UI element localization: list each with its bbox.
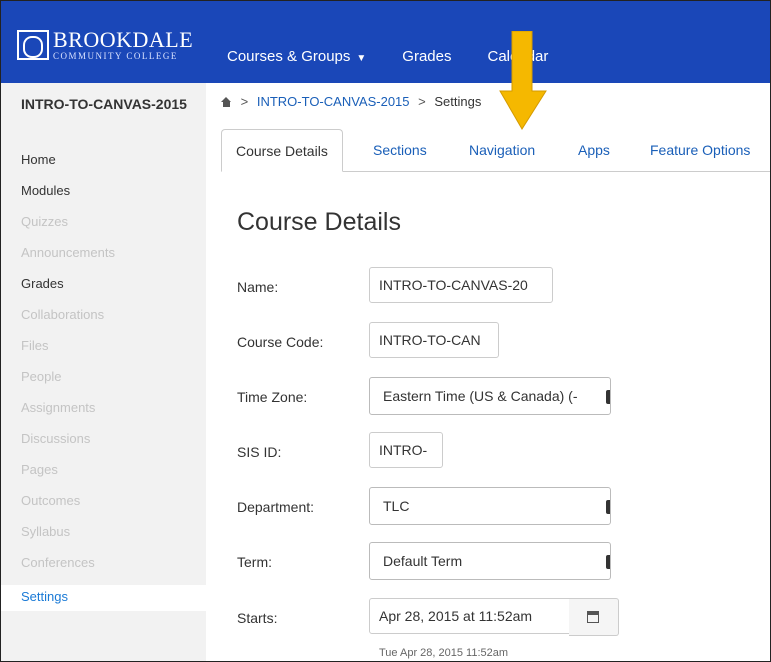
sidebar-item-outcomes[interactable]: Outcomes (1, 492, 206, 523)
course-sidebar: INTRO-TO-CANVAS-2015 Home Modules Quizzes A… (1, 83, 206, 661)
sidebar-item-grades[interactable]: Grades (1, 275, 206, 306)
college-logo[interactable]: BROOKDALE COMMUNITY COLLEGE (17, 27, 193, 63)
tab-course-details[interactable]: Course Details (221, 129, 343, 172)
breadcrumb-separator: > (240, 94, 249, 109)
breadcrumb-course-link[interactable]: INTRO-TO-CANVAS-2015 (257, 94, 410, 109)
sidebar-item-conferences[interactable]: Conferences (1, 554, 206, 585)
sidebar-item-assignments[interactable]: Assignments (1, 399, 206, 430)
tab-feature-options[interactable]: Feature Options (650, 129, 750, 171)
name-label: Name: (237, 279, 279, 295)
sidebar-item-collaborations[interactable]: Collaborations (1, 306, 206, 337)
tab-sections[interactable]: Sections (373, 129, 427, 171)
logo-subtitle: COMMUNITY COLLEGE (53, 51, 178, 61)
nav-courses-groups[interactable]: Courses & Groups ▼ (227, 48, 366, 65)
settings-tabs: Course Details Sections Navigation Apps … (221, 129, 770, 172)
starts-date-field[interactable]: Apr 28, 2015 at 11:52am (369, 598, 570, 634)
sidebar-item-quizzes[interactable]: Quizzes (1, 213, 206, 244)
sidebar-item-syllabus[interactable]: Syllabus (1, 523, 206, 554)
time-zone-label: Time Zone: (237, 389, 308, 405)
callout-arrow (499, 31, 547, 130)
sidebar-item-people[interactable]: People (1, 368, 206, 399)
course-title: INTRO-TO-CANVAS-2015 (21, 96, 187, 112)
section-title: Course Details (237, 208, 401, 236)
time-zone-select[interactable]: Eastern Time (US & Canada) (- (369, 377, 611, 415)
course-nav-list: Home Modules Quizzes Announcements Grades Col… (1, 151, 206, 611)
sis-id-field[interactable]: INTRO- (369, 432, 443, 468)
chevron-down-icon: ▼ (356, 53, 367, 64)
home-icon[interactable] (221, 97, 232, 107)
logo-mark-icon (17, 30, 49, 60)
starts-date-hint: Tue Apr 28, 2015 11:52am (379, 647, 509, 659)
sidebar-item-home[interactable]: Home (1, 151, 206, 182)
logo-name: BROOKDALE (53, 27, 194, 52)
breadcrumb-separator: > (418, 94, 426, 109)
sidebar-item-discussions[interactable]: Discussions (1, 430, 206, 461)
name-field[interactable]: INTRO-TO-CANVAS-20 (369, 267, 553, 303)
breadcrumb-current: Settings (434, 94, 482, 109)
tab-navigation[interactable]: Navigation (469, 129, 535, 171)
department-label: Department: (237, 499, 315, 515)
app-frame: BROOKDALE COMMUNITY COLLEGE Courses & Gr… (0, 0, 771, 662)
course-code-field[interactable]: INTRO-TO-CAN (369, 322, 499, 358)
sis-id-label: SIS ID: (237, 444, 282, 460)
nav-courses-groups-label: Courses & Groups (227, 48, 351, 65)
calendar-icon (587, 611, 599, 623)
global-header: BROOKDALE COMMUNITY COLLEGE Courses & Gr… (1, 1, 770, 83)
term-label: Term: (237, 554, 272, 570)
starts-label: Starts: (237, 610, 278, 626)
sidebar-item-pages[interactable]: Pages (1, 461, 206, 492)
sidebar-item-announcements[interactable]: Announcements (1, 244, 206, 275)
date-picker-button[interactable] (569, 598, 619, 636)
sidebar-item-modules[interactable]: Modules (1, 182, 206, 213)
department-select[interactable]: TLC (369, 487, 611, 525)
sidebar-item-settings[interactable]: Settings (1, 585, 206, 611)
breadcrumb: > INTRO-TO-CANVAS-2015 > Settings (221, 94, 481, 109)
nav-grades[interactable]: Grades (402, 48, 451, 65)
term-select[interactable]: Default Term (369, 542, 611, 580)
sidebar-item-files[interactable]: Files (1, 337, 206, 368)
course-code-label: Course Code: (237, 334, 324, 350)
tab-apps[interactable]: Apps (578, 129, 610, 171)
